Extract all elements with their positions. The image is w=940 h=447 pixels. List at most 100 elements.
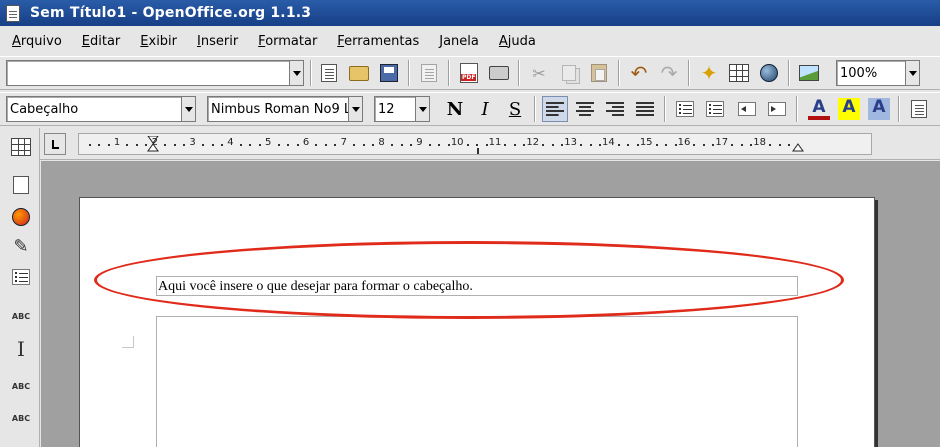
toolbar-separator	[448, 60, 450, 86]
text-cursor-button[interactable]: I	[8, 336, 34, 362]
document-icon	[6, 4, 20, 22]
ruler-dot	[665, 144, 668, 146]
menu-bar: Arquivo Editar Exibir Inserir Formatar F…	[0, 29, 940, 53]
print-button[interactable]	[486, 60, 512, 86]
chevron-down-icon[interactable]	[348, 97, 362, 121]
autospellcheck-button[interactable]: ABC	[8, 406, 34, 432]
align-right-button[interactable]	[602, 96, 628, 122]
ruler-number: 11	[488, 137, 502, 148]
toolbar-separator	[310, 60, 312, 86]
ruler-dot	[598, 144, 601, 146]
image-icon	[799, 65, 819, 81]
right-indent-marker[interactable]	[792, 136, 804, 152]
menu-editar[interactable]: Editar	[82, 34, 121, 49]
zoom-combobox[interactable]: 100%	[836, 60, 920, 86]
ruler-dot	[183, 144, 186, 146]
text-body-area[interactable]	[156, 316, 798, 447]
menu-janela[interactable]: Janela	[439, 34, 479, 49]
copy-button[interactable]	[556, 60, 582, 86]
document-page[interactable]: Aqui você insere o que desejar para form…	[79, 197, 875, 447]
table-button[interactable]	[726, 60, 752, 86]
ruler-number: 17	[715, 137, 729, 148]
new-document-button[interactable]	[316, 60, 342, 86]
font-size-combobox[interactable]: 12	[374, 96, 430, 122]
chevron-down-icon[interactable]	[181, 97, 195, 121]
ruler-dot	[135, 144, 138, 146]
bold-button[interactable]: N	[442, 96, 468, 122]
bullets-button[interactable]	[702, 96, 728, 122]
align-left-button[interactable]	[542, 96, 568, 122]
ruler-dot	[438, 144, 441, 146]
font-color-button[interactable]: A	[806, 96, 832, 122]
redo-icon: ↷	[660, 61, 678, 85]
numbering-button[interactable]	[672, 96, 698, 122]
ruler-number: 3	[189, 137, 196, 148]
ruler-dot	[787, 144, 790, 146]
font-name-combobox[interactable]: Nimbus Roman No9 L	[207, 96, 363, 122]
ruler-dot	[674, 144, 677, 146]
menu-ajuda[interactable]: Ajuda	[499, 34, 536, 49]
url-combobox[interactable]	[6, 60, 304, 86]
edit-file-button[interactable]	[416, 60, 442, 86]
italic-button[interactable]: I	[472, 96, 498, 122]
justify-button[interactable]	[632, 96, 658, 122]
menu-exibir[interactable]: Exibir	[140, 34, 177, 49]
window-title: Sem Título1 - OpenOffice.org 1.1.3	[30, 5, 312, 21]
header-area[interactable]: Aqui você insere o que desejar para form…	[156, 276, 798, 296]
redo-button[interactable]: ↷	[656, 60, 682, 86]
insert-table-button[interactable]	[8, 134, 34, 160]
form-button[interactable]	[8, 264, 34, 290]
increase-indent-button[interactable]	[764, 96, 790, 122]
insert-object-button[interactable]	[8, 204, 34, 230]
open-button[interactable]	[346, 60, 372, 86]
ruler-dot	[324, 144, 327, 146]
save-icon	[380, 64, 398, 82]
horizontal-ruler[interactable]: 1 2 3 4 5 6 7 8 9 10 11 12 13 14 15 16 17 18	[78, 133, 872, 155]
underline-button[interactable]: S	[502, 96, 528, 122]
ruler-dot	[702, 144, 705, 146]
globe-icon	[760, 64, 778, 82]
ruler-number: 12	[526, 137, 540, 148]
paste-button[interactable]	[586, 60, 612, 86]
toolbar-separator	[618, 60, 620, 86]
star-icon: ✦	[700, 61, 718, 85]
chevron-down-icon[interactable]	[289, 61, 303, 85]
ruler-number: 4	[227, 137, 234, 148]
navigator-button[interactable]: ✦	[696, 60, 722, 86]
undo-button[interactable]: ↶	[626, 60, 652, 86]
menu-ferramentas[interactable]: Ferramentas	[337, 34, 419, 49]
insert-image-button[interactable]	[796, 60, 822, 86]
paragraph-dialog-button[interactable]	[906, 96, 932, 122]
highlight-button[interactable]: A	[836, 96, 862, 122]
header-text[interactable]: Aqui você insere o que desejar para form…	[158, 279, 473, 295]
chevron-down-icon[interactable]	[905, 61, 919, 85]
text-boundary-corner	[122, 336, 134, 348]
insert-fields-button[interactable]	[8, 172, 34, 198]
tab-stop-selector[interactable]	[44, 133, 66, 155]
align-center-button[interactable]	[572, 96, 598, 122]
background-color-button[interactable]: A	[866, 96, 892, 122]
menu-formatar[interactable]: Formatar	[258, 34, 317, 49]
ruler-dot	[334, 144, 337, 146]
document-workspace[interactable]: Aqui você insere o que desejar para form…	[41, 161, 940, 447]
menu-arquivo[interactable]: Arquivo	[12, 34, 62, 49]
gallery-button[interactable]	[756, 60, 782, 86]
zoom-value: 100%	[840, 65, 878, 81]
menu-inserir[interactable]: Inserir	[197, 34, 238, 49]
paragraph-style-combobox[interactable]: Cabeçalho	[6, 96, 196, 122]
ruler-dot	[466, 144, 469, 146]
spellcheck-button[interactable]: ABC	[8, 374, 34, 400]
toolbar-separator	[534, 96, 536, 122]
toolbar-separator	[788, 60, 790, 86]
ruler-dot	[580, 144, 583, 146]
cut-button[interactable]: ✂	[526, 60, 552, 86]
ruler-dot	[561, 144, 564, 146]
export-pdf-button[interactable]	[456, 60, 482, 86]
find-replace-button[interactable]: ABC	[8, 304, 34, 330]
draw-functions-button[interactable]: ✎	[8, 234, 34, 260]
table-grid-icon	[11, 138, 31, 156]
decrease-indent-button[interactable]	[734, 96, 760, 122]
pdf-icon	[460, 63, 478, 83]
chevron-down-icon[interactable]	[415, 97, 429, 121]
save-button[interactable]	[376, 60, 402, 86]
